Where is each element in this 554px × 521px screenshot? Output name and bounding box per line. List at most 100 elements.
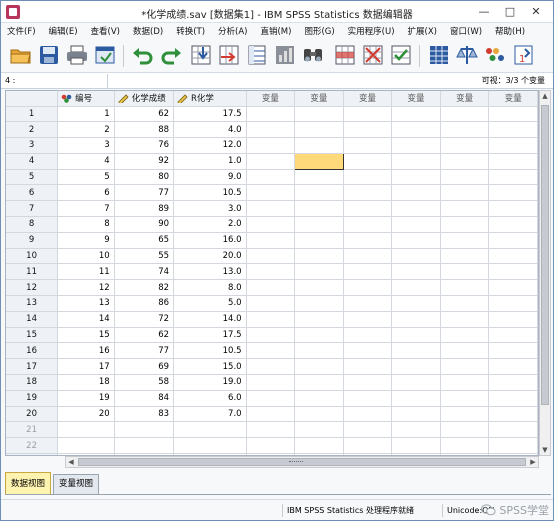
data-cell[interactable] [488, 121, 538, 139]
data-cell[interactable] [440, 437, 490, 455]
data-cell[interactable] [488, 295, 538, 312]
insert-variable-icon[interactable] [361, 43, 385, 67]
data-cell[interactable]: 84 [114, 390, 175, 407]
data-cell[interactable] [343, 406, 393, 423]
print-icon[interactable] [65, 43, 89, 67]
data-cell[interactable] [173, 421, 247, 439]
data-cell[interactable] [246, 421, 296, 439]
data-cell[interactable] [488, 248, 538, 265]
data-cell[interactable]: 5.0 [173, 295, 247, 312]
data-cell[interactable] [343, 121, 393, 139]
scroll-right-arrow-icon[interactable]: ▶ [528, 457, 538, 467]
data-cell[interactable]: 12.0 [173, 137, 247, 154]
row-number[interactable]: 15 [6, 327, 59, 344]
data-cell[interactable]: 80 [114, 169, 175, 186]
row-number[interactable]: 22 [6, 437, 59, 455]
data-cell[interactable] [488, 169, 538, 186]
data-cell[interactable]: 89 [114, 200, 175, 218]
data-cell[interactable] [488, 153, 538, 170]
menu-graphs[interactable]: 图形(G) [304, 25, 334, 37]
data-cell[interactable]: 14.0 [173, 311, 247, 328]
data-cell[interactable]: 6 [57, 184, 115, 202]
data-cell[interactable] [440, 279, 490, 297]
data-cell[interactable] [246, 263, 296, 281]
data-cell[interactable]: 10.5 [173, 342, 247, 360]
value-labels-icon[interactable] [483, 43, 507, 67]
data-cell[interactable] [246, 327, 296, 344]
insert-cases-icon[interactable] [333, 43, 357, 67]
data-cell[interactable] [488, 263, 538, 281]
data-cell[interactable] [440, 248, 490, 265]
row-number[interactable]: 18 [6, 374, 59, 391]
data-cell[interactable] [488, 232, 538, 249]
data-cell[interactable]: 6.0 [173, 390, 247, 407]
data-cell[interactable] [391, 263, 441, 281]
row-number[interactable]: 10 [6, 248, 59, 265]
run-descriptives-icon[interactable] [273, 43, 297, 67]
data-cell[interactable] [343, 263, 393, 281]
data-cell[interactable] [488, 279, 538, 297]
close-button[interactable]: ✕ [523, 4, 549, 20]
data-cell[interactable] [246, 390, 296, 407]
data-cell[interactable] [440, 295, 490, 312]
row-number[interactable]: 8 [6, 216, 59, 233]
data-cell[interactable]: 55 [114, 248, 175, 265]
data-cell[interactable] [488, 184, 538, 202]
data-cell[interactable] [488, 106, 538, 123]
menu-data[interactable]: 数据(D) [133, 25, 163, 37]
data-cell[interactable] [343, 279, 393, 297]
data-cell[interactable] [343, 311, 393, 328]
data-cell[interactable] [343, 358, 393, 376]
data-cell[interactable] [294, 137, 344, 154]
goto-case-icon[interactable] [189, 43, 213, 67]
data-cell[interactable]: 7 [57, 200, 115, 218]
data-cell[interactable] [488, 342, 538, 360]
tab-variable-view[interactable]: 变量视图 [53, 474, 100, 494]
menu-utilities[interactable]: 实用程序(U) [348, 25, 395, 37]
data-cell[interactable] [246, 311, 296, 328]
data-cell[interactable] [440, 327, 490, 344]
data-cell[interactable] [246, 121, 296, 139]
data-cell[interactable] [343, 437, 393, 455]
row-number[interactable]: 16 [6, 342, 59, 360]
data-cell[interactable] [246, 406, 296, 423]
data-cell[interactable] [246, 153, 296, 170]
data-cell[interactable] [488, 406, 538, 423]
row-number[interactable]: 20 [6, 406, 59, 423]
data-cell[interactable]: 10.5 [173, 184, 247, 202]
row-number[interactable]: 6 [6, 184, 59, 202]
data-cell[interactable] [246, 232, 296, 249]
variables-icon[interactable] [245, 43, 269, 67]
data-cell[interactable]: 1 [57, 106, 115, 123]
data-cell[interactable]: 65 [114, 232, 175, 249]
menu-direct-marketing[interactable]: 直销(M) [260, 25, 291, 37]
weight-cases-icon[interactable] [427, 43, 451, 67]
data-cell[interactable]: 10 [57, 248, 115, 265]
column-header-empty[interactable]: 变量 [391, 91, 441, 107]
data-cell[interactable] [294, 437, 344, 455]
goto-variable-icon[interactable] [217, 43, 241, 67]
data-cell[interactable] [440, 390, 490, 407]
data-cell[interactable]: 19.0 [173, 374, 247, 391]
data-cell[interactable]: 14 [57, 311, 115, 328]
row-number[interactable]: 19 [6, 390, 59, 407]
data-cell[interactable] [246, 279, 296, 297]
data-cell[interactable] [294, 248, 344, 265]
horizontal-scroll-thumb[interactable] [78, 458, 526, 466]
data-cell[interactable] [294, 121, 344, 139]
minimize-button[interactable]: — [471, 4, 497, 20]
data-cell[interactable]: 13 [57, 295, 115, 312]
data-cell[interactable] [440, 121, 490, 139]
data-cell[interactable] [343, 374, 393, 391]
data-cell[interactable] [294, 200, 344, 218]
data-cell[interactable]: 9 [57, 232, 115, 249]
data-cell[interactable]: 16.0 [173, 232, 247, 249]
data-cell[interactable] [294, 358, 344, 376]
data-cell[interactable] [391, 421, 441, 439]
row-number[interactable]: 7 [6, 200, 59, 218]
data-cell[interactable] [343, 342, 393, 360]
row-number[interactable]: 4 [6, 153, 59, 170]
data-cell[interactable]: 17.5 [173, 327, 247, 344]
data-cell[interactable] [343, 327, 393, 344]
data-cell[interactable] [343, 232, 393, 249]
